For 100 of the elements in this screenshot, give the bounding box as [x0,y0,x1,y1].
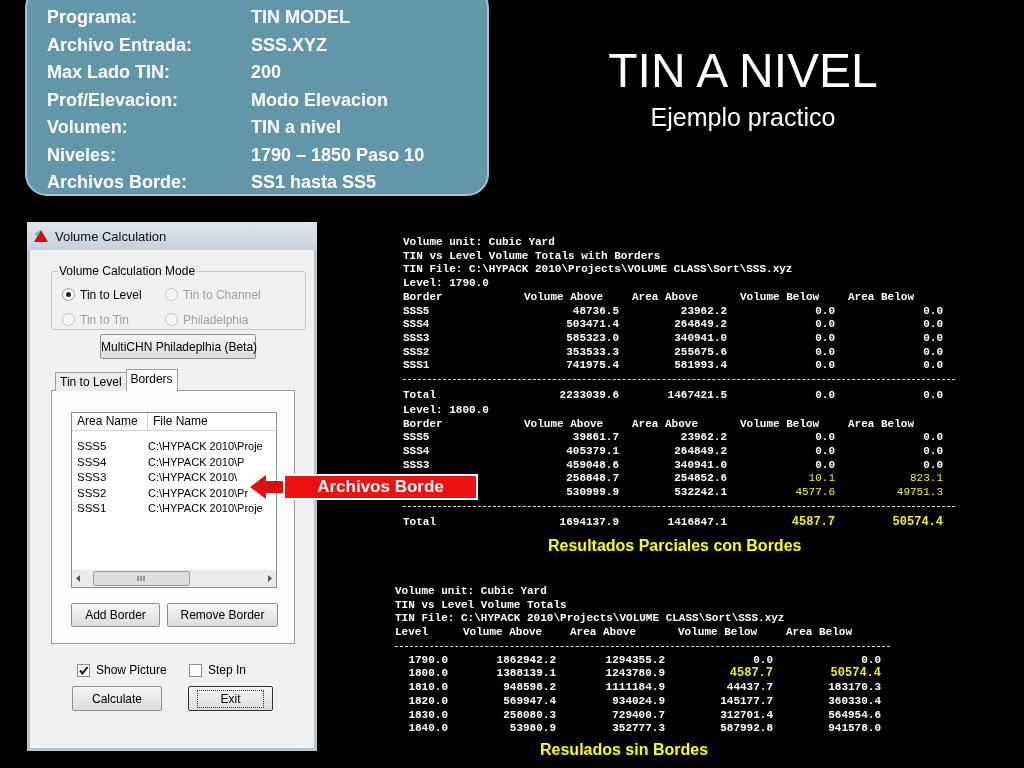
output-cell-text: 0.0 [922,458,943,473]
output-cell-text: 0.0 [814,318,835,332]
output-cell-text: 1790.0 [407,653,448,668]
output-cell-text: 1862942.2 [495,653,556,668]
output-line: TIN File: C:\HYPACK 2010\Projects\VOLUME CLASS\Sort\SSS.xyz [403,263,794,278]
list-cell-text: SSS1 [76,501,108,516]
pointer-arrow [250,475,284,499]
list-cell: C:\HYPACK 2010\Pr [148,485,249,501]
column-header: Area Above [631,417,699,432]
output-cell-text: 4577.6 [794,486,835,500]
column-header: Level [395,626,429,640]
info-label: Prof/Elevacion: [47,88,179,112]
output-cell-text: 569947.4 [502,694,556,709]
tab[interactable]: Tin to Level [55,372,127,391]
output-cell-text: 587992.8 [719,722,773,736]
info-label: Volumen: [47,116,128,139]
info-label: Max Lado TIN: [47,61,170,84]
output-cell-text: 1294355.2 [604,653,665,668]
caption: Resulados sin Bordes [540,741,709,759]
output-cell-text: 39861.7 [571,431,619,446]
output-cell-text: 50574.4 [829,667,881,682]
output-cell-text: 405379.1 [565,445,619,459]
output-cell-text: 1467421.5 [666,387,727,403]
dialog-button[interactable]: Calculate [72,686,162,711]
list-cell-text: SSS4 [76,454,108,470]
output-cell-text: SSS2 [403,345,431,360]
output-cell-text: 1111184.9 [604,681,665,695]
output-cell-text: 1694137.9 [558,514,619,530]
output-cell-text: 0.0 [752,653,773,667]
output-cell-text: 729400.7 [611,708,665,723]
output-cell-text: 459048.6 [565,458,619,473]
output-cell-text: 2233039.6 [558,387,619,403]
output-cell-text: 23962.2 [679,304,727,319]
column-header[interactable]: Area Name [72,413,148,430]
output-cell-text: 0.0 [814,359,835,373]
output-cell-text: 948598.2 [502,681,556,695]
list-cell-text: C:\HYPACK 2010\ [148,470,238,485]
list-cell-text: C:\HYPACK 2010\Proje [148,439,263,454]
output-cell-text: 0.0 [922,318,943,332]
output-cell-text: 340941.0 [673,331,727,346]
output-cell-text: 0.0 [922,304,943,319]
output-cell-text: 0.0 [922,331,943,346]
check-icon [78,664,89,676]
output-cell-text: 0.0 [814,431,835,446]
output-cell-text: 941578.0 [827,722,881,736]
checkbox-option[interactable]: Show Picture [77,663,189,677]
output-cell-text: Total [403,514,437,530]
output-cell-text: 0.0 [922,387,943,403]
output-cell-text: 0.0 [922,345,943,360]
slide-title: TIN A NIVEL [608,43,878,99]
column-header: Border [403,417,444,432]
output-cell-text: 1800.0 [407,667,448,682]
output-line: TIN File: C:\HYPACK 2010\Projects\VOLUME CLASS\Sort\SSS.xyz [395,612,786,627]
output-cell-text: 0.0 [814,304,835,319]
info-value: SSS.XYZ [251,33,328,57]
info-label: Niveles: [47,143,117,167]
multichn-button[interactable]: MultiCHN Philadeplhia (Beta) [100,334,256,359]
callout-label: Archivos Borde [283,474,478,500]
output-cell-text: 0.0 [922,359,943,373]
output-cell-text: 183170.3 [827,681,881,695]
output-line: TIN vs Level Volume Totals with Borders [403,249,662,264]
column-header[interactable]: File Name [148,413,276,430]
output-cell-text: 352777.3 [611,722,665,736]
output-cell-text: 4587.7 [728,667,773,682]
radio-option[interactable]: Tin to Level [62,286,142,303]
output-cell-text: 823.1 [909,472,943,487]
info-value: SS1 hasta SS5 [251,171,377,194]
list-button[interactable]: Add Border [71,603,160,627]
column-header: Area Above [569,626,637,640]
checkbox-option[interactable]: Step In [189,663,247,677]
output-cell-text: 1830.0 [407,708,448,723]
info-value: 200 [251,61,282,84]
list-cell-text: C:\HYPACK 2010\Proje [148,501,263,516]
info-value: Modo Elevacion [251,88,389,112]
output-cell-text: 360330.4 [827,694,881,709]
output-cell-text: 0.0 [814,345,835,360]
output-cell-text: 254852.6 [673,472,727,487]
caption: Resultados Parciales con Bordes [548,537,802,555]
list-button[interactable]: Remove Border [167,603,278,627]
list-cell-text: SSS3 [76,470,108,485]
output-cell-text: 0.0 [922,445,943,459]
output-cell-text: 353533.3 [565,345,619,360]
output-line: Level: 1800.0 [403,403,490,418]
tab[interactable]: Borders [125,369,178,391]
output-cell-text: 264849.2 [673,445,727,459]
output-cell-text: 1810.0 [407,681,448,695]
info-value: 1790 – 1850 Paso 10 [251,143,425,167]
column-header: Border [403,290,444,305]
output-line: Volume unit: Cubic Yard [403,236,556,250]
column-header: Area Below [785,626,853,640]
output-cell-text: 0.0 [814,458,835,473]
output-cell-text: 44437.7 [725,681,773,695]
column-header: Volume Below [739,417,821,432]
output-cell-text: 564954.6 [827,708,881,723]
column-header: Area Below [847,290,915,305]
output-cell-text: 23962.2 [679,431,727,446]
dialog-button[interactable]: Exit [188,686,273,711]
output-cell-text: 264849.2 [673,318,727,332]
window-title: Volume Calculation [55,228,167,244]
output-cell-text: 1416847.1 [666,514,727,530]
